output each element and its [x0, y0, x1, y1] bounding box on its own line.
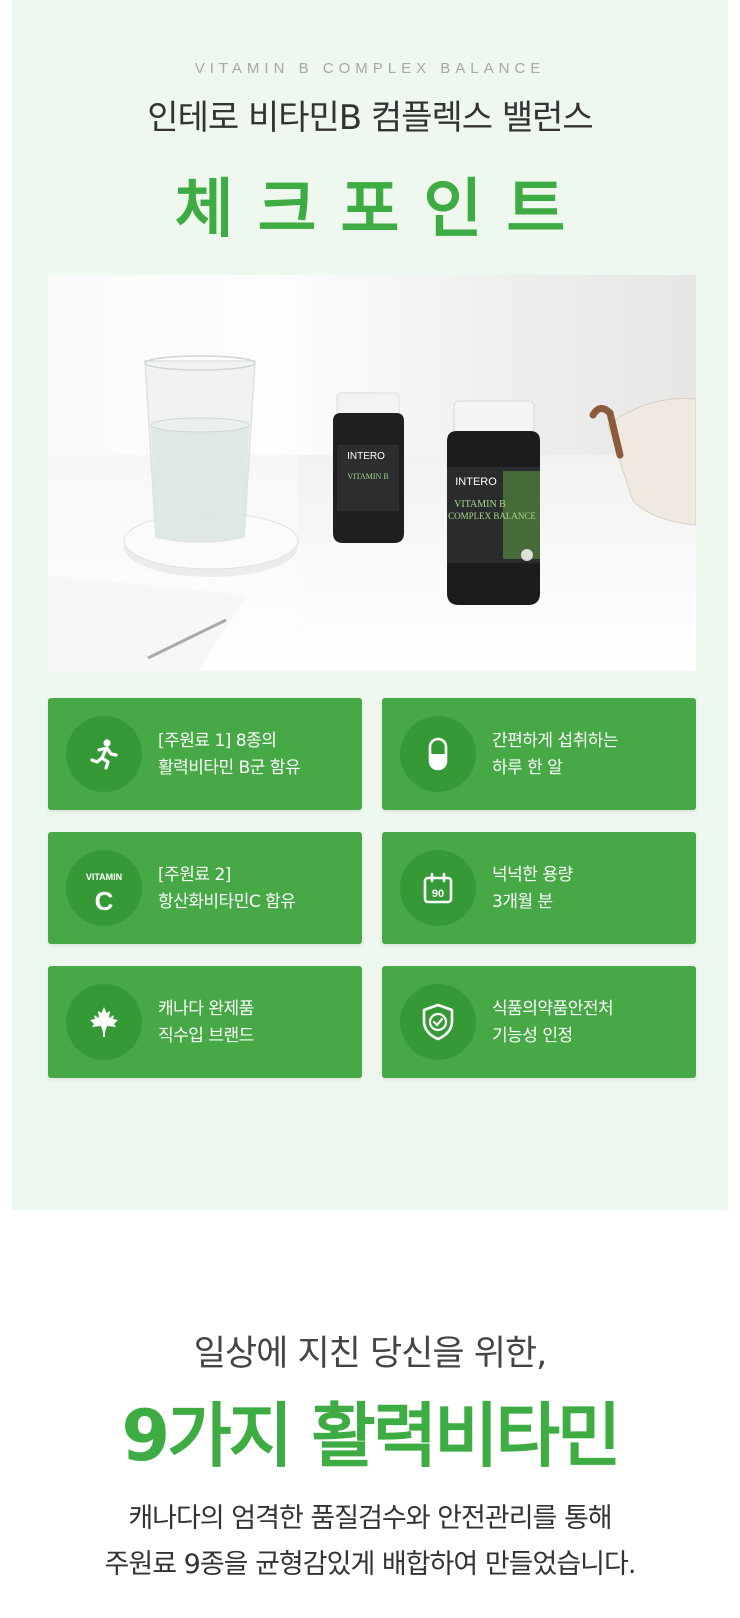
calendar-icon-number: 90	[432, 888, 444, 900]
product-eyebrow: VITAMIN B COMPLEX BALANCE	[194, 60, 546, 77]
feature-line1: [주원료 2]	[158, 865, 231, 885]
feature-line2: 직수입 브랜드	[158, 1026, 254, 1046]
checkpoint-title: 체크포인트	[174, 173, 590, 247]
vitamin-c-icon: VITAMIN C	[66, 850, 142, 926]
running-person-icon	[66, 716, 142, 792]
feature-line1: 넉넉한 용량	[492, 865, 573, 885]
bottle-label-small: VITAMIN B	[347, 472, 388, 481]
bottle-label-line2: COMPLEX BALANCE	[448, 511, 536, 521]
feature-line2: 항산화비타민C 함유	[158, 892, 296, 912]
vitamin-c-icon-label: VITAMIN	[85, 872, 123, 882]
section2-desc-line2: 주원료 9종을 균형감있게 배합하여 만들었습니다.	[104, 1549, 637, 1580]
feature-line1: [주원료 1] 8종의	[158, 731, 277, 751]
section2-desc-line1: 캐나다의 엄격한 품질검수와 안전관리를 통해	[128, 1503, 612, 1534]
feature-line2: 하루 한 알	[492, 758, 563, 778]
feature-line1: 간편하게 섭취하는	[492, 731, 619, 751]
checkpoint-section: VITAMIN B COMPLEX BALANCE 인테로 비타민B 컴플렉스 …	[12, 0, 728, 1210]
section2-subhead: 일상에 지친 당신을 위한,	[193, 1334, 548, 1374]
feature-card-mfds: 식품의약품안전처 기능성 인정	[382, 966, 696, 1078]
feature-card-capacity: 90 넉넉한 용량 3개월 분	[382, 832, 696, 944]
calendar-icon: 90	[400, 850, 476, 926]
bottle-brand: INTERO	[455, 476, 497, 488]
feature-card-canada: 캐나다 완제품 직수입 브랜드	[48, 966, 362, 1078]
feature-line1: 식품의약품안전처	[492, 999, 614, 1019]
feature-line2: 활력비타민 B군 함유	[158, 758, 301, 778]
product-photo: INTERO VITAMIN B INTERO VITAMIN B COMPLE…	[48, 275, 696, 671]
product-headline: 인테로 비타민B 컴플렉스 밸런스	[147, 98, 593, 138]
section2-title: 9가지 활력비타민	[121, 1395, 622, 1477]
bottle-brand-small: INTERO	[347, 451, 385, 462]
feature-line2: 3개월 분	[492, 892, 553, 912]
vitamin-c-icon-letter: C	[94, 886, 114, 916]
maple-leaf-icon	[66, 984, 142, 1060]
feature-line1: 캐나다 완제품	[158, 999, 254, 1019]
bottle-label-line1: VITAMIN B	[454, 499, 506, 510]
capsule-icon	[400, 716, 476, 792]
feature-card-one-pill: 간편하게 섭취하는 하루 한 알	[382, 698, 696, 810]
feature-line2: 기능성 인정	[492, 1026, 573, 1046]
feature-card-vitamin-c: VITAMIN C [주원료 2] 항산화비타민C 함유	[48, 832, 362, 944]
feature-card-b-complex: [주원료 1] 8종의 활력비타민 B군 함유	[48, 698, 362, 810]
shield-check-icon	[400, 984, 476, 1060]
product-photo-art: INTERO VITAMIN B INTERO VITAMIN B COMPLE…	[48, 275, 696, 671]
